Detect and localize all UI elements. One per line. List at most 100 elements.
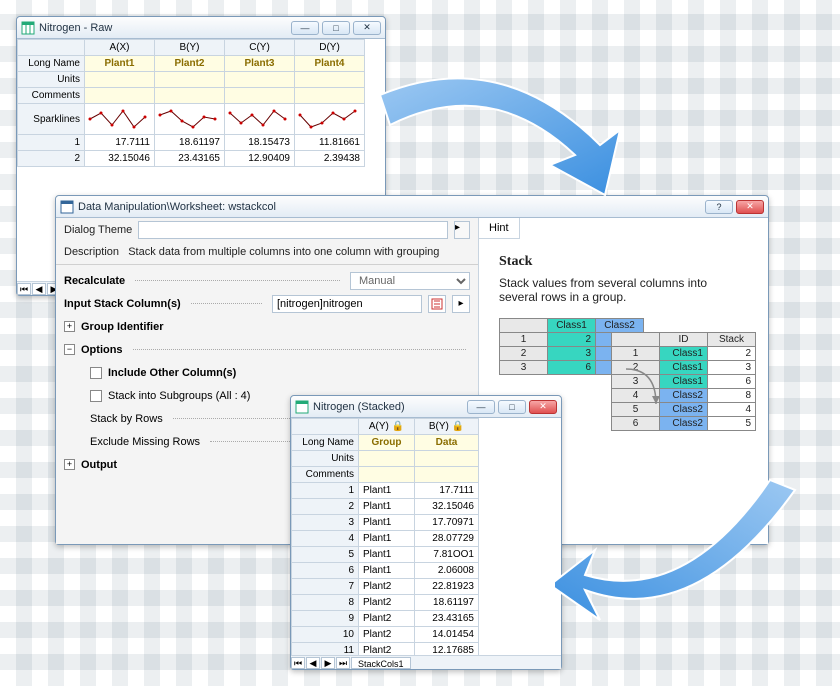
row-index: 5 <box>292 547 359 563</box>
data-cell[interactable]: Plant1 <box>359 499 415 515</box>
col-header[interactable]: A(X) <box>85 40 155 56</box>
nav-last-icon[interactable]: ⏭ <box>336 657 350 669</box>
data-cell[interactable]: 14.01454 <box>415 627 479 643</box>
titlebar[interactable]: Nitrogen (Stacked) — □ ✕ <box>291 396 561 418</box>
subgroups-label: Stack into Subgroups (All : 4) <box>108 390 250 402</box>
col-header[interactable]: A(Y) 🔒 <box>359 419 415 435</box>
row-header: Long Name <box>18 56 85 72</box>
theme-input[interactable] <box>138 221 448 239</box>
data-cell[interactable]: Plant1 <box>359 483 415 499</box>
recalculate-combo[interactable]: Manual <box>350 272 470 290</box>
include-other-label: Include Other Column(s) <box>108 367 236 379</box>
col-header[interactable]: C(Y) <box>225 40 295 56</box>
longname-cell[interactable]: Plant1 <box>85 56 155 72</box>
group-identifier-label: Group Identifier <box>81 321 164 333</box>
data-cell[interactable]: 17.70971 <box>415 515 479 531</box>
titlebar[interactable]: Nitrogen - Raw — □ ✕ <box>17 17 385 39</box>
theme-dropdown-button[interactable]: ▸ <box>454 221 470 239</box>
sheet-tab[interactable]: StackCols1 <box>351 657 411 669</box>
theme-label: Dialog Theme <box>64 224 132 236</box>
row-index: 11 <box>292 643 359 656</box>
data-cell[interactable]: Plant2 <box>359 643 415 656</box>
lock-icon: 🔒 <box>392 421 404 432</box>
col-header[interactable]: B(Y) <box>155 40 225 56</box>
tree-expand-icon[interactable]: + <box>64 321 75 332</box>
worksheet-table[interactable]: A(Y) 🔒 B(Y) 🔒 Long NameGroupData Units C… <box>291 418 479 655</box>
hint-text: several rows in a group. <box>499 290 748 304</box>
tree-expand-icon[interactable]: + <box>64 459 75 470</box>
column-picker-button[interactable] <box>428 295 446 313</box>
sparkline <box>295 104 365 135</box>
stack-by-rows-label: Stack by Rows <box>90 413 163 425</box>
sheet-tabbar[interactable]: ⏮ ◀ ▶ ⏭ StackCols1 <box>291 655 561 669</box>
tree-collapse-icon[interactable]: − <box>64 344 75 355</box>
data-cell[interactable]: Plant1 <box>359 547 415 563</box>
recalculate-label: Recalculate <box>64 275 125 287</box>
row-index: 6 <box>292 563 359 579</box>
close-button[interactable]: ✕ <box>353 21 381 35</box>
col-header[interactable]: B(Y) 🔒 <box>415 419 479 435</box>
data-cell[interactable]: 28.07729 <box>415 531 479 547</box>
flyout-button[interactable]: ▸ <box>452 295 470 313</box>
maximize-button[interactable]: □ <box>498 400 526 414</box>
nav-first-icon[interactable]: ⏮ <box>17 283 31 295</box>
options-label: Options <box>81 344 123 356</box>
data-cell[interactable]: 23.43165 <box>415 611 479 627</box>
exclude-missing-label: Exclude Missing Rows <box>90 436 200 448</box>
data-cell[interactable]: 22.81923 <box>415 579 479 595</box>
subgroups-checkbox[interactable] <box>90 390 102 402</box>
row-index: 9 <box>292 611 359 627</box>
data-cell[interactable]: 2.06008 <box>415 563 479 579</box>
input-columns-field[interactable] <box>272 295 422 313</box>
minimize-button[interactable]: — <box>291 21 319 35</box>
row-index: 7 <box>292 579 359 595</box>
sparkline <box>85 104 155 135</box>
data-cell[interactable]: 32.15046 <box>415 499 479 515</box>
flow-arrow-icon <box>621 364 661 424</box>
data-cell[interactable]: Plant2 <box>359 579 415 595</box>
description-text: Stack data from multiple columns into on… <box>128 246 439 258</box>
row-index: 4 <box>292 531 359 547</box>
close-button[interactable]: ✕ <box>736 200 764 214</box>
minimize-button[interactable]: — <box>467 400 495 414</box>
nav-prev-icon[interactable]: ◀ <box>306 657 320 669</box>
row-header: Comments <box>18 88 85 104</box>
data-cell[interactable]: 7.81OO1 <box>415 547 479 563</box>
dialog-icon <box>60 200 74 214</box>
col-header[interactable]: D(Y) <box>295 40 365 56</box>
nav-first-icon[interactable]: ⏮ <box>291 657 305 669</box>
help-button[interactable]: ? <box>705 200 733 214</box>
maximize-button[interactable]: □ <box>322 21 350 35</box>
data-cell[interactable]: Plant2 <box>359 627 415 643</box>
row-index: 1 <box>292 483 359 499</box>
close-button[interactable]: ✕ <box>529 400 557 414</box>
output-label: Output <box>81 459 117 471</box>
worksheet-table[interactable]: A(X) B(Y) C(Y) D(Y) Long Name Plant1 Pla… <box>17 39 365 167</box>
include-other-checkbox[interactable] <box>90 367 102 379</box>
data-cell[interactable]: Plant2 <box>359 611 415 627</box>
flow-arrow-icon <box>370 55 640 215</box>
data-cell[interactable]: Plant1 <box>359 563 415 579</box>
corner-cell <box>18 40 85 56</box>
nav-next-icon[interactable]: ▶ <box>321 657 335 669</box>
window-title: Nitrogen (Stacked) <box>313 401 463 413</box>
nav-prev-icon[interactable]: ◀ <box>32 283 46 295</box>
data-cell[interactable]: Plant1 <box>359 515 415 531</box>
longname-cell[interactable]: Plant3 <box>225 56 295 72</box>
sparkline <box>225 104 295 135</box>
hint-title: Stack <box>499 254 748 270</box>
data-cell[interactable]: 12.17685 <box>415 643 479 656</box>
titlebar[interactable]: Data Manipulation\Worksheet: wstackcol ?… <box>56 196 768 218</box>
data-cell[interactable]: Plant1 <box>359 531 415 547</box>
row-index: 3 <box>292 515 359 531</box>
worksheet-stacked-window: Nitrogen (Stacked) — □ ✕ A(Y) 🔒 B(Y) 🔒 L… <box>290 395 562 670</box>
longname-cell[interactable]: Plant4 <box>295 56 365 72</box>
longname-cell[interactable]: Plant2 <box>155 56 225 72</box>
worksheet-icon <box>21 21 35 35</box>
data-cell[interactable]: Plant2 <box>359 595 415 611</box>
data-cell[interactable]: 18.61197 <box>415 595 479 611</box>
row-index: 8 <box>292 595 359 611</box>
worksheet-body: A(Y) 🔒 B(Y) 🔒 Long NameGroupData Units C… <box>291 418 561 655</box>
hint-tab[interactable]: Hint <box>479 218 520 239</box>
data-cell[interactable]: 17.7111 <box>415 483 479 499</box>
